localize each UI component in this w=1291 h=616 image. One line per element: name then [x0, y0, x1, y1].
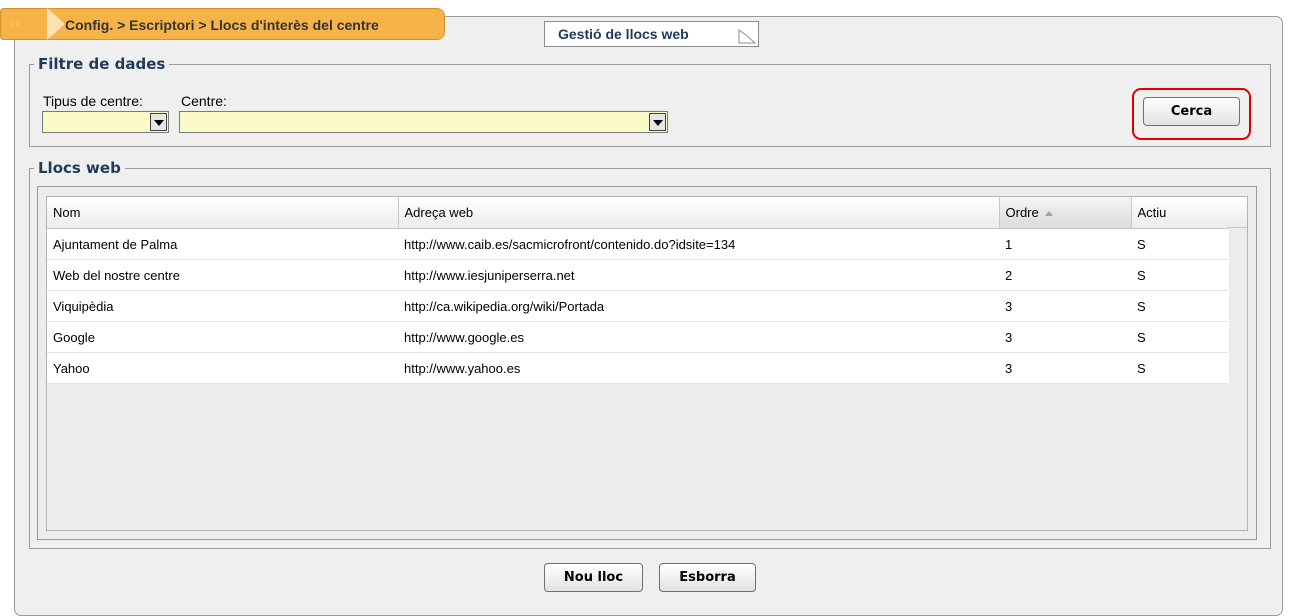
- column-header-nom[interactable]: Nom: [47, 197, 399, 229]
- tipus-centre-label: Tipus de centre:: [43, 93, 143, 109]
- cell-actiu: S: [1131, 228, 1228, 260]
- column-header-ordre[interactable]: Ordre: [999, 197, 1132, 229]
- new-site-button[interactable]: Nou lloc: [544, 563, 643, 592]
- scrollbar-header-corner: [1228, 197, 1247, 228]
- cell-nom: Yahoo: [47, 352, 398, 384]
- websites-grid-body: Nom Adreça web Ordre Actiu Ajuntament de…: [46, 196, 1248, 531]
- cell-ordre: 3: [999, 290, 1131, 322]
- chevron-down-icon[interactable]: [150, 113, 167, 131]
- tipus-centre-select[interactable]: [42, 111, 169, 133]
- breadcrumb-grip-icon: ::: [11, 18, 20, 29]
- cell-actiu: S: [1131, 259, 1228, 291]
- cell-actiu: S: [1131, 352, 1228, 384]
- cell-ordre: 2: [999, 259, 1131, 291]
- page-title-tab: Gestió de llocs web: [544, 21, 759, 47]
- cell-ordre: 1: [999, 228, 1131, 260]
- table-row[interactable]: Viquipèdia http://ca.wikipedia.org/wiki/…: [47, 290, 1228, 322]
- page-title: Gestió de llocs web: [558, 26, 689, 42]
- search-button[interactable]: Cerca: [1143, 97, 1240, 126]
- table-row[interactable]: Google http://www.google.es 3 S: [47, 321, 1228, 353]
- cell-nom: Ajuntament de Palma: [47, 228, 398, 260]
- cell-nom: Web del nostre centre: [47, 259, 398, 291]
- cell-actiu: S: [1131, 290, 1228, 322]
- cell-actiu: S: [1131, 321, 1228, 353]
- column-header-actiu[interactable]: Actiu: [1131, 197, 1229, 229]
- websites-legend: Llocs web: [38, 159, 121, 177]
- centre-select[interactable]: [179, 111, 668, 133]
- breadcrumb: :: Config. > Escriptori > Llocs d'interè…: [0, 8, 445, 40]
- cell-adreca: http://www.iesjuniperserra.net: [398, 259, 999, 291]
- page-fold-icon: [738, 29, 756, 44]
- sort-ascending-icon: [1044, 211, 1053, 217]
- table-row[interactable]: Yahoo http://www.yahoo.es 3 S: [47, 352, 1228, 384]
- cell-ordre: 3: [999, 321, 1131, 353]
- filter-legend: Filtre de dades: [38, 55, 166, 73]
- column-header-adreca[interactable]: Adreça web: [398, 197, 1000, 229]
- cell-adreca: http://ca.wikipedia.org/wiki/Portada: [398, 290, 999, 322]
- cell-adreca: http://www.google.es: [398, 321, 999, 353]
- table-header-row: Nom Adreça web Ordre Actiu: [47, 197, 1229, 229]
- cell-adreca: http://www.caib.es/sacmicrofront/conteni…: [398, 228, 999, 260]
- breadcrumb-arrow-icon: [47, 8, 65, 40]
- websites-table: Nom Adreça web Ordre Actiu Ajuntament de…: [47, 197, 1229, 384]
- table-row[interactable]: Web del nostre centre http://www.iesjuni…: [47, 259, 1228, 291]
- cell-ordre: 3: [999, 352, 1131, 384]
- delete-button[interactable]: Esborra: [659, 563, 756, 592]
- cell-nom: Viquipèdia: [47, 290, 398, 322]
- cell-adreca: http://www.yahoo.es: [398, 352, 999, 384]
- websites-grid: Nom Adreça web Ordre Actiu Ajuntament de…: [37, 186, 1257, 540]
- centre-label: Centre:: [181, 93, 227, 109]
- breadcrumb-text: Config. > Escriptori > Llocs d'interès d…: [65, 17, 379, 33]
- table-row[interactable]: Ajuntament de Palma http://www.caib.es/s…: [47, 228, 1228, 260]
- chevron-down-icon[interactable]: [649, 113, 666, 131]
- cell-nom: Google: [47, 321, 398, 353]
